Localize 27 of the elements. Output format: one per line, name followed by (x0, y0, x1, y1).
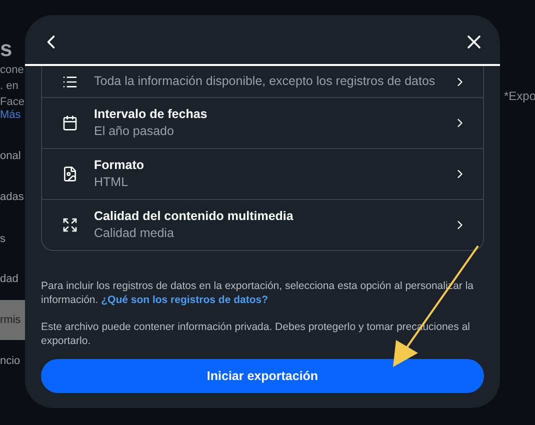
option-title: Calidad del contenido multimedia (94, 208, 294, 225)
option-row[interactable]: Toda la información disponible, excepto los registros de datos (42, 66, 483, 97)
option-value: Calidad media (94, 225, 175, 242)
menu-item[interactable]: ncio (0, 353, 20, 370)
menu-item[interactable]: dad (0, 271, 18, 288)
description-text: . en (0, 79, 18, 94)
learn-more-link[interactable]: Más (0, 107, 21, 124)
option-title: Formato (94, 157, 145, 174)
menu-item[interactable]: adas (0, 189, 24, 206)
description-text: cone (0, 63, 24, 78)
menu-item[interactable]: s (0, 231, 6, 248)
data-logs-link[interactable]: ¿Qué son los registros de datos? (101, 294, 268, 306)
option-icon (62, 217, 78, 233)
option-value: Toda la información disponible, excepto los registros de datos (94, 73, 436, 90)
option-row[interactable]: Calidad del contenido multimedia Calidad media (42, 199, 483, 250)
option-icon (62, 115, 78, 131)
option-value: HTML (94, 174, 130, 191)
start-export-button[interactable]: Iniciar exportación (41, 359, 484, 393)
option-value: El año pasado (94, 123, 175, 140)
page-heading: s (0, 35, 12, 63)
option-row[interactable]: Intervalo de fechas El año pasado (42, 97, 483, 148)
option-icon (62, 166, 78, 182)
description-text: Face (0, 95, 24, 110)
option-icon (62, 74, 78, 90)
menu-item[interactable]: onal (0, 148, 21, 164)
option-title: Intervalo de fechas (94, 106, 208, 123)
option-row[interactable]: Formato HTML (42, 148, 483, 199)
